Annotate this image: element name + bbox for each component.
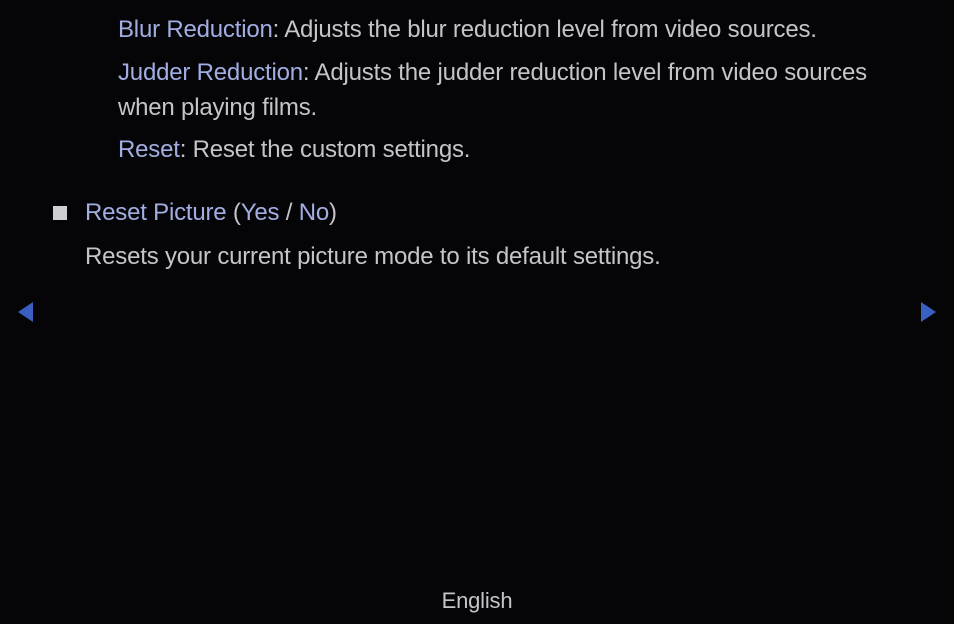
heading-reset-picture: Reset Picture [85, 199, 226, 226]
options-open: ( [226, 199, 240, 226]
desc-reset: : Reset the custom settings. [180, 136, 471, 163]
term-blur-reduction: Blur Reduction [118, 16, 273, 43]
footer-language: English [0, 588, 954, 614]
nav-next-button[interactable] [919, 300, 939, 324]
term-judder-reduction: Judder Reduction [118, 59, 303, 86]
body-reset-picture: Resets your current picture mode to its … [85, 240, 906, 274]
nav-prev-button[interactable] [15, 300, 35, 324]
content-area: Blur Reduction: Adjusts the blur reducti… [0, 0, 954, 273]
desc-blur-reduction: : Adjusts the blur reduction level from … [273, 16, 817, 43]
bullet-icon [53, 206, 67, 220]
heading-row: Reset Picture (Yes / No) [53, 196, 906, 230]
main-item-reset-picture: Reset Picture (Yes / No) Resets your cur… [53, 196, 906, 273]
sub-item-judder-reduction: Judder Reduction: Adjusts the judder red… [118, 56, 906, 126]
option-yes: Yes [241, 199, 280, 226]
term-reset: Reset [118, 136, 180, 163]
options-separator: / [279, 199, 298, 226]
sub-item-blur-reduction: Blur Reduction: Adjusts the blur reducti… [118, 13, 906, 48]
triangle-right-icon [919, 300, 939, 324]
option-no: No [299, 199, 329, 226]
options-close: ) [329, 199, 337, 226]
triangle-left-icon [15, 300, 35, 324]
sub-item-reset: Reset: Reset the custom settings. [118, 133, 906, 168]
